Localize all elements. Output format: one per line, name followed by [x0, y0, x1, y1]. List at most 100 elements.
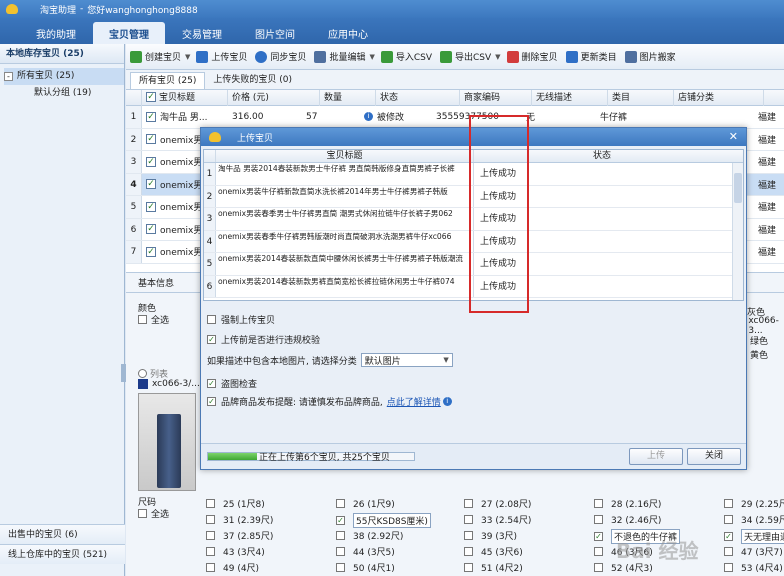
upload-button[interactable]: 上传 [629, 448, 683, 465]
nav-image-space[interactable]: 图片空间 [239, 22, 311, 44]
nav-item-management[interactable]: 宝贝管理 [93, 22, 165, 44]
batch-edit-button[interactable]: 批量编辑 [314, 50, 365, 63]
jeans-image [157, 414, 181, 488]
column-title[interactable]: ✓ 宝贝标题 [142, 89, 228, 106]
progress-fill [208, 453, 258, 460]
column-title[interactable]: 宝贝标题 [216, 150, 474, 162]
sidebar-item-all-items[interactable]: - 所有宝贝 (25) [4, 68, 124, 85]
theft-check-option[interactable]: ✓ 盗图检查 [207, 377, 257, 390]
create-item-button[interactable]: 创建宝贝 [130, 50, 181, 63]
close-icon[interactable]: ✕ [729, 130, 738, 143]
sidebar-item-on-sale[interactable]: 出售中的宝贝 (6) [0, 524, 125, 544]
size-option[interactable]: 38 (2.92尺) [336, 529, 403, 542]
highlight-box [469, 115, 529, 313]
column-category[interactable]: 类目 [608, 89, 674, 106]
dialog-footer: 正在上传第6个宝贝, 共25个宝贝 上传 关闭 [201, 443, 746, 469]
sync-icon [255, 50, 268, 63]
size-option[interactable]: 27 (2.08尺) [464, 497, 531, 510]
validate-checkbox[interactable]: ✓ [207, 335, 216, 344]
row-checkbox[interactable]: ✓ [146, 111, 156, 122]
export-dropdown-arrow-icon[interactable]: ▼ [495, 53, 500, 61]
row-checkbox[interactable]: ✓ [146, 201, 156, 212]
size-option[interactable]: 47 (3尺7) [724, 545, 783, 558]
scrollbar-thumb[interactable] [734, 173, 742, 203]
batch-edit-dropdown-arrow-icon[interactable]: ▼ [369, 53, 374, 61]
select-all-checkbox[interactable]: ✓ [146, 92, 156, 102]
size-option[interactable]: 50 (4尺1) [336, 561, 395, 574]
table-row[interactable]: 1 ✓ 淘牛品 男... 316.00 57 i 被修改 35559377500… [126, 106, 784, 129]
progress-text: 正在上传第6个宝贝, 共25个宝贝 [259, 453, 390, 463]
brand-details-link[interactable]: 点此了解详情 [387, 395, 441, 408]
info-icon[interactable]: i [442, 397, 452, 406]
import-csv-label: 导入CSV [395, 53, 432, 63]
radio-icon[interactable] [138, 369, 147, 378]
column-price[interactable]: 价格 (元) [228, 89, 320, 106]
row-checkbox[interactable]: ✓ [146, 156, 156, 167]
size-option[interactable]: ✓天无理由退 [724, 529, 784, 544]
size-option[interactable]: 31 (2.39尺) [206, 513, 273, 526]
size-select-all[interactable]: 全选 [138, 507, 169, 520]
color-select-all[interactable]: 全选 [138, 313, 169, 326]
create-item-label: 创建宝贝 [145, 53, 182, 63]
tab-all-items[interactable]: 所有宝贝 (25) [130, 72, 206, 89]
column-store-category[interactable]: 店铺分类 [674, 89, 764, 106]
nav-my-assistant[interactable]: 我的助理 [20, 22, 92, 44]
size-option[interactable]: 33 (2.54尺) [464, 513, 531, 526]
delete-item-button[interactable]: 删除宝贝 [506, 50, 558, 63]
create-dropdown-arrow-icon[interactable]: ▼ [185, 53, 190, 61]
collapse-icon[interactable]: - [4, 72, 13, 81]
upload-item-button[interactable]: 上传宝贝 [196, 50, 247, 63]
sidebar-item-online-warehouse[interactable]: 线上仓库中的宝贝 (521) [0, 544, 125, 564]
size-select-all-checkbox[interactable] [138, 509, 147, 518]
row-checkbox[interactable]: ✓ [146, 224, 156, 235]
nav-trade-management[interactable]: 交易管理 [166, 22, 238, 44]
sync-item-button[interactable]: 同步宝贝 [255, 50, 306, 63]
toolbar: 创建宝贝 ▼ 上传宝贝 同步宝贝 批量编辑 ▼ 导入CSV 导出CSV ▼ 删除… [126, 44, 784, 70]
column-quantity[interactable]: 数量 [320, 89, 376, 106]
size-option[interactable]: 25 (1尺8) [206, 497, 265, 510]
size-option[interactable]: 34 (2.59尺) [724, 513, 784, 526]
delete-icon [506, 50, 519, 63]
theft-check-checkbox[interactable]: ✓ [207, 379, 216, 388]
table-scrollbar[interactable] [732, 163, 743, 300]
nav-app-center[interactable]: 应用中心 [312, 22, 384, 44]
size-option[interactable]: 53 (4尺4) [724, 561, 783, 574]
row-checkbox[interactable]: ✓ [146, 134, 156, 145]
image-move-button[interactable]: 图片搬家 [624, 50, 676, 63]
size-option[interactable]: 26 (1尺9) [336, 497, 395, 510]
size-option[interactable]: 37 (2.85尺) [206, 529, 273, 542]
size-option[interactable]: 51 (4尺2) [464, 561, 523, 574]
size-option[interactable]: 43 (3尺4) [206, 545, 265, 558]
tab-basic-info[interactable]: 基本信息 [138, 276, 174, 289]
column-status[interactable]: 状态 [376, 89, 460, 106]
local-image-category-select[interactable]: 默认图片 ▼ [360, 353, 453, 367]
export-csv-button[interactable]: 导出CSV [440, 50, 491, 63]
force-upload-checkbox[interactable] [207, 315, 216, 324]
column-merchant-code[interactable]: 商家编码 [460, 89, 532, 106]
row-checkbox[interactable]: ✓ [146, 179, 156, 190]
size-option[interactable]: 32 (2.46尺) [594, 513, 661, 526]
size-option[interactable]: 29 (2.25尺) [724, 497, 784, 510]
size-option[interactable]: 49 (4尺) [206, 561, 259, 574]
size-option[interactable]: 44 (3尺5) [336, 545, 395, 558]
size-option[interactable]: ✓ 55尺KSD8S厘米) [336, 513, 431, 528]
color-select-all-checkbox[interactable] [138, 315, 147, 324]
column-mobile-description[interactable]: 无线描述 [532, 89, 608, 106]
tab-upload-failed[interactable]: 上传失败的宝贝 (0) [205, 72, 300, 89]
product-photo[interactable] [138, 393, 196, 491]
size-option[interactable]: 28 (2.16尺) [594, 497, 661, 510]
update-category-button[interactable]: 更新类目 [565, 50, 617, 63]
sku-color-swatch[interactable]: xc066-3/... [138, 379, 200, 389]
close-button[interactable]: 关闭 [687, 448, 741, 465]
brand-notice-option[interactable]: ✓ 品牌商品发布提醒: 请谨慎发布品牌商品, 点此了解详情 i [207, 395, 452, 408]
import-csv-button[interactable]: 导入CSV [380, 50, 432, 63]
brand-notice-checkbox[interactable]: ✓ [207, 397, 216, 406]
row-checkbox[interactable]: ✓ [146, 246, 156, 257]
item-grid-header: ✓ 宝贝标题 价格 (元) 数量 状态 商家编码 无线描述 类目 店铺分类 [126, 89, 784, 106]
force-upload-option[interactable]: 强制上传宝贝 [207, 313, 275, 326]
sidebar-item-default-group[interactable]: 默认分组 (19) [4, 85, 124, 102]
validate-option[interactable]: ✓ 上传前是否进行违规校验 [207, 333, 320, 346]
size-option[interactable]: 45 (3尺6) [464, 545, 523, 558]
sidebar-tree: - 所有宝贝 (25) 默认分组 (19) [0, 64, 124, 102]
size-option[interactable]: 39 (3尺) [464, 529, 517, 542]
